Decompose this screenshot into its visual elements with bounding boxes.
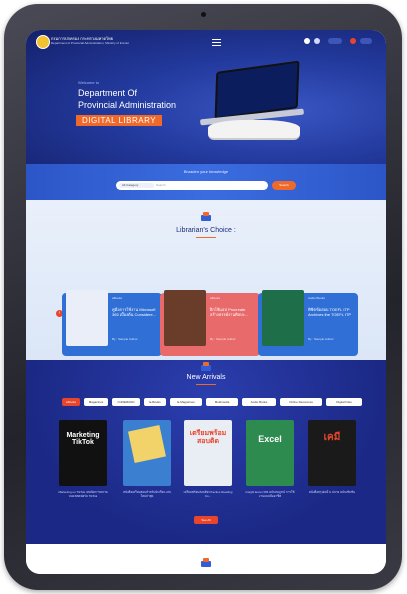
book-caption[interactable]: Marketing on TikTok เทคนิคการตลาดบนแพลตฟ… — [57, 490, 109, 498]
book-caption[interactable]: หนังสือเตรียมสอบสำหรับนักเรียน เล่มใหม่ล… — [121, 490, 173, 498]
screen: กรมการปกครอง กระทรวงมหาดไทย Department o… — [26, 30, 386, 574]
card-category: eBooks — [210, 296, 221, 300]
tab-audio-books[interactable]: Audio Books — [242, 398, 276, 406]
choice-card[interactable]: Audio Books พิชิตข้อสอบ TOEFL ITP Archiv… — [258, 290, 358, 356]
new-arrivals-section: New Arrivals eBooks Magazines OnDEMAND E… — [26, 360, 386, 544]
hero-title-line2: Provincial Administration — [78, 100, 177, 110]
book-caption[interactable]: หนังสือสรุปเคมี ม.ปลาย ฉบับเข้มข้น — [306, 490, 358, 494]
cover-title: เคมี — [323, 432, 341, 443]
book-cover[interactable]: Marketing TikTok — [59, 420, 107, 486]
hero-banner: กรมการปกครอง กระทรวงมหาดไทย Department o… — [26, 30, 386, 164]
book-cover[interactable]: Excel — [246, 420, 294, 486]
book-cover[interactable] — [164, 290, 206, 346]
section-title: Librarian's Choice : — [176, 227, 236, 234]
tab-magazines[interactable]: Magazines — [84, 398, 108, 406]
books-icon — [201, 212, 211, 221]
tab-online-resources[interactable]: Online Resources — [280, 398, 322, 406]
tablet-frame: กรมการปกครอง กระทรวงมหาดไทย Department o… — [4, 4, 402, 590]
tab-multimedia[interactable]: Multimedia — [206, 398, 238, 406]
category-select[interactable]: All Category — [119, 183, 154, 188]
search-placeholder: Search — [156, 183, 166, 187]
dopa-logo-icon[interactable] — [36, 35, 50, 49]
cover-title: Excel — [258, 434, 282, 444]
brand-name-en: Department of Provincial Administration,… — [51, 41, 130, 45]
hero-title-line1: Department Of — [78, 88, 138, 98]
librarians-choice-section: Librarian's Choice : ‹ › eBooks คู่มือกา… — [26, 200, 386, 368]
camera — [201, 12, 206, 17]
tab-e-books[interactable]: E-Books — [144, 398, 166, 406]
carousel-dots — [200, 355, 220, 368]
top-bar: กรมการปกครอง กระทรวงมหาดไทย Department o… — [26, 30, 386, 52]
language-select[interactable] — [360, 38, 372, 44]
choice-card[interactable]: eBooks ฝึกใช้แอป Procreate สร้างสรรค์งาน… — [160, 290, 260, 356]
book-cover[interactable] — [123, 420, 171, 486]
title-underline — [196, 384, 216, 385]
tab-ondemand[interactable]: OnDEMAND — [112, 398, 140, 406]
card-title: ฝึกใช้แอป Procreate สร้างสรรค์งานศิลปะ..… — [210, 307, 249, 317]
search-icon[interactable] — [304, 38, 310, 44]
card-title: พิชิตข้อสอบ TOEFL ITP Archives the TOEFL… — [308, 307, 352, 317]
search-button[interactable]: Search — [272, 181, 296, 190]
card-author: By : Sample Author — [112, 337, 138, 341]
books-icon — [201, 558, 211, 567]
top-actions — [300, 36, 380, 46]
card-title: คู่มือการใช้งาน Microsoft 365 เบื้องต้น … — [112, 307, 157, 317]
login-button[interactable] — [328, 38, 342, 44]
books-icon — [201, 362, 211, 371]
tab-digital-files[interactable]: Digital Files — [326, 398, 362, 406]
book-cover[interactable]: เคมี — [308, 420, 356, 486]
laptop-book-illustration — [196, 60, 316, 140]
digital-library-badge: DIGITAL LIBRARY — [76, 115, 163, 126]
section-title: New Arrivals — [186, 374, 226, 381]
cover-title: Marketing TikTok — [66, 432, 100, 446]
language-flag-icon[interactable] — [350, 38, 356, 44]
user-icon[interactable] — [314, 38, 320, 44]
book-cover[interactable]: เตรียมพร้อม สอบติด — [184, 420, 232, 486]
title-underline — [196, 237, 216, 238]
category-tabs: eBooks Magazines OnDEMAND E-Books E-Maga… — [62, 398, 362, 406]
search-label: Broaden your knowledge — [183, 169, 229, 174]
see-all-button[interactable]: See All — [194, 516, 218, 524]
book-caption[interactable]: เตรียมพร้อมสอบติด Practice Reading Co... — [182, 490, 234, 498]
search-section: Broaden your knowledge All Category Sear… — [26, 164, 386, 200]
card-category: eBooks — [112, 296, 123, 300]
menu-icon[interactable] — [212, 39, 221, 46]
welcome-text: Welcome to — [78, 80, 100, 85]
tab-ebooks[interactable]: eBooks — [62, 398, 80, 406]
cover-title: เตรียมพร้อม สอบติด — [189, 430, 227, 445]
tab-e-magazines[interactable]: E-Magazines — [170, 398, 202, 406]
footer-section — [26, 544, 386, 574]
choice-card[interactable]: eBooks คู่มือการใช้งาน Microsoft 365 เบื… — [62, 290, 162, 356]
book-caption[interactable]: Insight Excel 365 ฉบับสมบูรณ์ การใช้งานแ… — [244, 490, 296, 498]
card-category: Audio Books — [308, 296, 325, 300]
book-cover[interactable] — [262, 290, 304, 346]
book-cover[interactable] — [66, 290, 108, 346]
card-author: By : Sample Author — [210, 337, 236, 341]
card-author: By : Sample Author — [308, 337, 334, 341]
